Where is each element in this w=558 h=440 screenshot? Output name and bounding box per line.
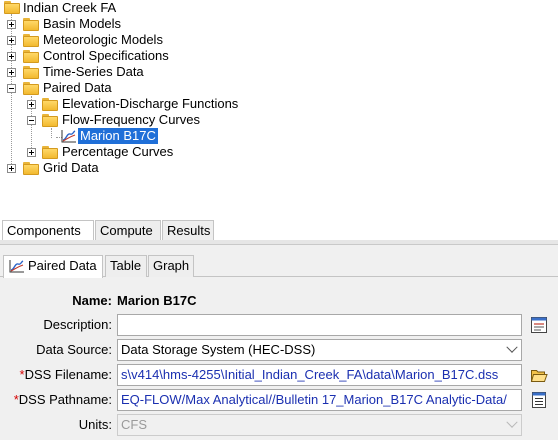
expand-plus-icon[interactable] (7, 36, 16, 45)
expand-plus-icon[interactable] (7, 20, 16, 29)
description-input[interactable] (117, 314, 522, 336)
dss-pathname-input[interactable]: EQ-FLOW/Max Analytical//Bulletin 17_Mari… (117, 389, 522, 411)
tab-table[interactable]: Table (105, 255, 147, 277)
folder-icon (42, 146, 58, 159)
chevron-down-icon (506, 416, 518, 428)
pathname-list-icon[interactable] (530, 391, 548, 409)
tree-node-label: Time-Series Data (43, 64, 144, 79)
units-label: Units: (78, 417, 112, 432)
collapse-minus-icon[interactable] (7, 84, 16, 93)
tree-node-label: Basin Models (43, 16, 122, 31)
curve-chart-icon (61, 130, 76, 143)
folder-icon (23, 34, 39, 47)
expand-plus-icon[interactable] (27, 148, 36, 157)
tab-paired-data[interactable]: Paired Data (3, 255, 103, 278)
folder-icon (42, 114, 58, 127)
tree-node-label: Paired Data (43, 80, 112, 95)
data-source-selected-value: Data Storage System (HEC-DSS) (121, 342, 316, 357)
units-select: CFS (117, 414, 522, 436)
tree-node-label: Elevation-Discharge Functions (62, 96, 239, 111)
data-source-label: Data Source: (36, 342, 112, 357)
folder-icon (23, 162, 39, 175)
component-editor-panel: Paired Data Table Graph Name: Marion B17… (0, 244, 558, 440)
open-folder-icon[interactable] (530, 366, 548, 384)
folder-icon (23, 66, 39, 79)
data-source-select[interactable]: Data Storage System (HEC-DSS) (117, 339, 522, 361)
expand-plus-icon[interactable] (7, 52, 16, 61)
dss-pathname-label-text: DSS Pathname: (18, 392, 112, 407)
tree-node-label: Meteorologic Models (43, 32, 163, 47)
name-value: Marion B17C (117, 293, 197, 308)
tree-node-label: Control Specifications (43, 48, 169, 63)
folder-icon (23, 82, 39, 95)
expand-plus-icon[interactable] (7, 164, 16, 173)
name-label: Name: (72, 293, 112, 308)
chevron-down-icon (506, 341, 518, 353)
tab-paired-data-label: Paired Data (28, 258, 97, 273)
tab-graph[interactable]: Graph (148, 255, 194, 277)
tree-node-label: Grid Data (43, 160, 99, 175)
expand-plus-icon[interactable] (27, 100, 36, 109)
units-selected-value: CFS (121, 417, 147, 432)
tree-connector (51, 128, 52, 138)
folder-icon (23, 18, 39, 31)
collapse-minus-icon[interactable] (27, 116, 36, 125)
curve-chart-icon (9, 260, 24, 273)
description-label: Description: (43, 317, 112, 332)
tree-node-label: Percentage Curves (62, 144, 174, 159)
dss-filename-label-text: DSS Filename: (24, 367, 112, 382)
text-editor-icon[interactable] (530, 316, 548, 334)
tree-node-label: Flow-Frequency Curves (62, 112, 200, 127)
explorer-tab-strip: Components Compute Results (0, 218, 558, 243)
dss-pathname-label: *DSS Pathname: (0, 390, 112, 410)
tree-node-label-selected: Marion B17C (78, 128, 158, 144)
folder-icon (42, 98, 58, 111)
tab-compute[interactable]: Compute (95, 220, 161, 242)
dss-filename-input[interactable]: s\v414\hms-4255\Initial_Indian_Creek_FA\… (117, 364, 522, 386)
dss-filename-label: *DSS Filename: (0, 365, 112, 385)
tab-results[interactable]: Results (162, 220, 214, 242)
expand-plus-icon[interactable] (7, 68, 16, 77)
editor-tab-strip: Paired Data Table Graph (0, 255, 558, 278)
folder-icon (4, 1, 20, 14)
tree-node-label: Indian Creek FA (23, 0, 117, 15)
folder-icon (23, 50, 39, 63)
watershed-explorer-tree: Indian Creek FA Basin Models Meteorologi… (0, 0, 558, 214)
